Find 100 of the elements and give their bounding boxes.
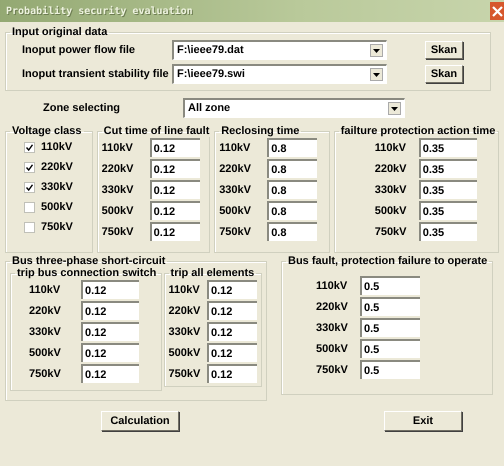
- field-label: Zone selecting: [42, 102, 122, 114]
- check-icon: [26, 164, 33, 170]
- input-field[interactable]: 0.12: [150, 180, 200, 199]
- voltage-label: 500kV: [316, 342, 349, 354]
- close-button[interactable]: [490, 2, 504, 20]
- dropdown-button[interactable]: [388, 102, 401, 115]
- group-title: Cut time of line fault: [102, 125, 210, 137]
- voltage-label: 750kV: [219, 226, 252, 238]
- voltage-label: 110kV: [316, 280, 348, 292]
- input-field[interactable]: 0.5: [360, 276, 420, 295]
- input-field[interactable]: 0.12: [81, 364, 139, 383]
- checkbox-label: 220kV: [41, 161, 73, 173]
- checkbox-label: 750kV: [41, 221, 73, 233]
- input-field[interactable]: 0.12: [150, 201, 200, 220]
- voltage-label: 330kV: [219, 184, 252, 196]
- checkbox-label: 500kV: [41, 201, 73, 213]
- input-field[interactable]: 0.12: [81, 280, 139, 299]
- voltage-label: 500kV: [168, 346, 202, 358]
- voltage-label: 330kV: [168, 326, 202, 338]
- input-field[interactable]: 0.5: [360, 297, 420, 316]
- voltage-label: 330kV: [374, 184, 408, 196]
- voltage-label: 750kV: [316, 364, 349, 376]
- input-field[interactable]: 0.12: [150, 138, 200, 157]
- group-title: trip all elements: [170, 267, 256, 279]
- voltage-label: 220kV: [374, 162, 408, 174]
- input-field[interactable]: 0.12: [207, 322, 257, 341]
- voltage-label: 750kV: [102, 226, 134, 238]
- caret-icon: [373, 72, 380, 76]
- input-field[interactable]: 0.35: [418, 222, 477, 241]
- input-field[interactable]: 0.12: [81, 322, 139, 341]
- check-icon: [26, 144, 33, 150]
- voltage-label: 750kV: [374, 226, 408, 238]
- dropdown-button[interactable]: [370, 68, 383, 81]
- voltage-label: 750kV: [29, 368, 62, 380]
- skan-button[interactable]: Skan: [425, 41, 463, 59]
- input-field[interactable]: 0.12: [207, 301, 257, 320]
- voltage-label: 500kV: [29, 346, 62, 358]
- input-field[interactable]: 0.35: [418, 180, 477, 199]
- input-field[interactable]: 0.8: [267, 138, 318, 157]
- voltage-label: 330kV: [102, 184, 134, 196]
- input-field[interactable]: 0.35: [418, 159, 477, 178]
- input-field[interactable]: 0.12: [81, 343, 139, 362]
- dropdown-field[interactable]: F:\ieee79.dat: [172, 40, 387, 60]
- group-title: trip bus connection switch: [16, 267, 158, 279]
- field-label: Inoput power flow file: [21, 44, 136, 56]
- input-field[interactable]: 0.8: [267, 180, 318, 199]
- checkbox[interactable]: [24, 202, 35, 212]
- input-field[interactable]: 0.8: [267, 222, 318, 241]
- input-field[interactable]: 0.8: [267, 159, 318, 178]
- window-title: Probability security evaluation: [5, 6, 193, 16]
- input-field[interactable]: 0.12: [150, 159, 200, 178]
- input-field[interactable]: 0.5: [360, 339, 420, 358]
- voltage-label: 330kV: [29, 326, 62, 338]
- voltage-label: 110kV: [102, 142, 134, 154]
- voltage-label: 220kV: [29, 304, 62, 316]
- group-title: Bus three-phase short-circuit: [11, 255, 166, 267]
- check-icon: [26, 184, 33, 190]
- input-field[interactable]: 0.12: [81, 301, 139, 320]
- input-field[interactable]: 0.5: [360, 360, 420, 379]
- voltage-label: 750kV: [168, 368, 202, 380]
- group-title: Voltage class: [11, 125, 82, 137]
- checkbox-label: 110kV: [41, 141, 72, 153]
- checkbox[interactable]: [24, 162, 35, 172]
- action-button[interactable]: Exit: [384, 411, 462, 431]
- checkbox[interactable]: [24, 182, 35, 192]
- close-icon: [492, 6, 502, 16]
- action-button[interactable]: Calculation: [101, 411, 179, 431]
- voltage-label: 500kV: [102, 204, 134, 216]
- input-field[interactable]: 0.12: [207, 364, 257, 383]
- group-title: Bus fault, protection failure to operate: [287, 255, 488, 267]
- dropdown-button[interactable]: [370, 44, 383, 57]
- dropdown-field[interactable]: All zone: [183, 98, 405, 118]
- voltage-label: 500kV: [374, 204, 408, 216]
- voltage-label: 220kV: [219, 162, 252, 174]
- dropdown-field[interactable]: F:\ieee79.swi: [172, 64, 387, 84]
- input-field[interactable]: 0.5: [360, 318, 420, 337]
- input-field[interactable]: 0.35: [418, 138, 477, 157]
- checkbox[interactable]: [24, 142, 35, 152]
- checkbox[interactable]: [24, 222, 35, 232]
- caret-icon: [373, 48, 380, 52]
- voltage-label: 220kV: [316, 300, 349, 312]
- group-title: failture protection action time: [340, 125, 496, 137]
- voltage-label: 110kV: [168, 284, 201, 296]
- voltage-label: 220kV: [168, 304, 202, 316]
- input-field[interactable]: 0.8: [267, 201, 318, 220]
- voltage-label: 330kV: [316, 322, 349, 334]
- group-title: Input original data: [11, 26, 108, 38]
- voltage-label: 220kV: [102, 162, 134, 174]
- voltage-label: 110kV: [374, 142, 407, 154]
- voltage-label: 500kV: [219, 204, 252, 216]
- input-field[interactable]: 0.35: [418, 201, 477, 220]
- skan-button[interactable]: Skan: [425, 65, 463, 83]
- checkbox-label: 330kV: [41, 181, 73, 193]
- input-field[interactable]: 0.12: [207, 280, 257, 299]
- field-label: Inoput transient stability file: [21, 68, 170, 80]
- input-field[interactable]: 0.12: [207, 343, 257, 362]
- caret-icon: [391, 106, 398, 110]
- voltage-label: 110kV: [219, 142, 252, 154]
- input-field[interactable]: 0.12: [150, 222, 200, 241]
- voltage-label: 110kV: [29, 284, 62, 296]
